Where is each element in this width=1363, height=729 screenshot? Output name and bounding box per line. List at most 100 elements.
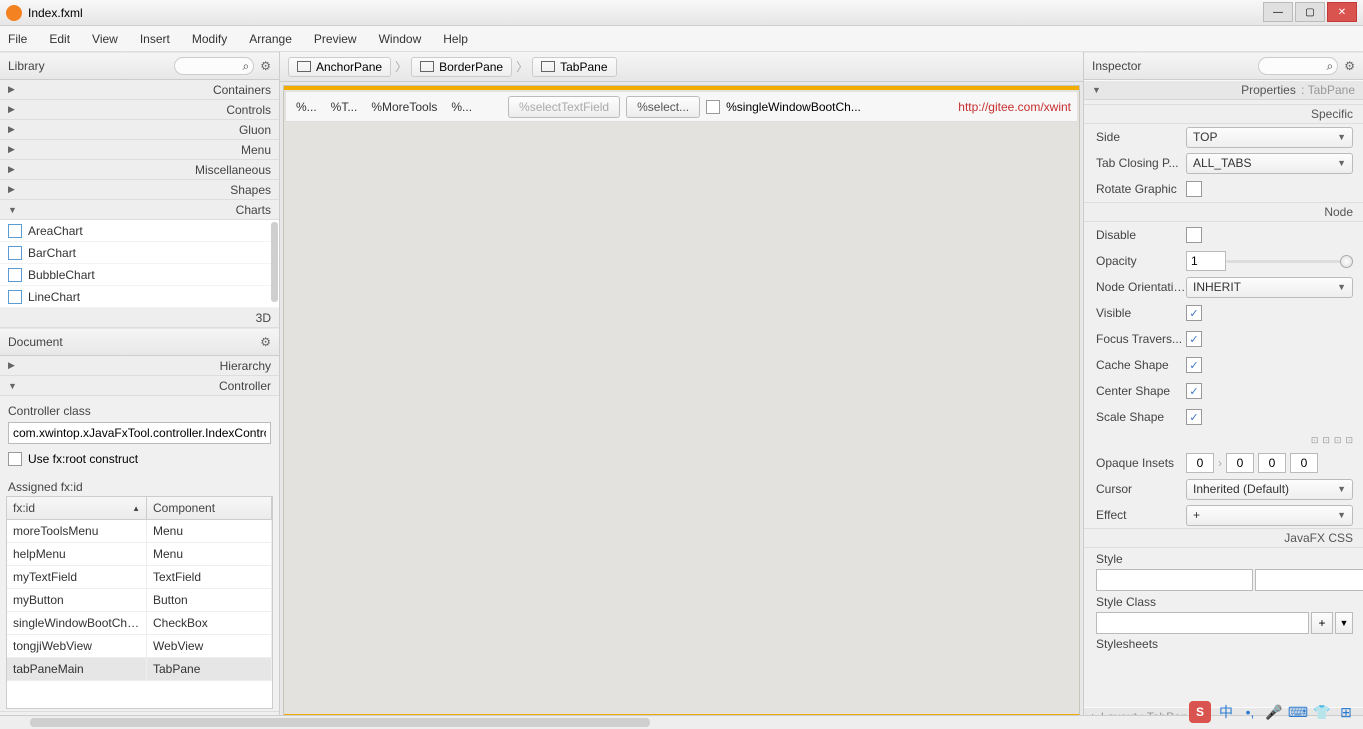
th-fxid[interactable]: fx:id▲ bbox=[7, 497, 147, 519]
dropdown-button[interactable]: ▼ bbox=[1335, 612, 1353, 634]
mic-icon[interactable]: 🎤 bbox=[1265, 703, 1283, 721]
styleclass-input[interactable] bbox=[1096, 612, 1309, 634]
fxid-table: fx:id▲ Component moreToolsMenuMenu helpM… bbox=[6, 496, 273, 709]
category-gluon[interactable]: ▶Gluon bbox=[0, 120, 279, 140]
inspector-title: Inspector bbox=[1092, 59, 1141, 73]
opacity-slider[interactable] bbox=[1226, 253, 1353, 269]
menu-insert[interactable]: Insert bbox=[140, 32, 170, 46]
preview-menu[interactable]: %... bbox=[292, 100, 321, 114]
chevron-right-icon: ▶ bbox=[8, 124, 15, 135]
preview-menu[interactable]: %... bbox=[447, 100, 476, 114]
list-item-bubblechart[interactable]: BubbleChart bbox=[0, 264, 279, 286]
category-charts[interactable]: ▼Charts bbox=[0, 200, 279, 220]
center-panel: AnchorPane 〉 BorderPane 〉 TabPane %... %… bbox=[280, 52, 1083, 727]
select-textfield-button[interactable]: %selectTextField bbox=[508, 96, 620, 118]
breadcrumb-anchorpane[interactable]: AnchorPane bbox=[288, 57, 391, 77]
properties-section[interactable]: ▼ Properties : TabPane bbox=[1084, 80, 1363, 100]
scale-checkbox[interactable]: ✓ bbox=[1186, 409, 1202, 425]
inset-right[interactable] bbox=[1226, 453, 1254, 473]
scrollbar-thumb[interactable] bbox=[271, 222, 278, 302]
table-row[interactable]: moreToolsMenuMenu bbox=[7, 520, 272, 543]
focus-checkbox[interactable]: ✓ bbox=[1186, 331, 1202, 347]
link-url[interactable]: http://gitee.com/xwint bbox=[958, 100, 1071, 114]
add-button[interactable]: + bbox=[1311, 612, 1333, 634]
list-item-areachart[interactable]: AreaChart bbox=[0, 220, 279, 242]
tab-hierarchy[interactable]: ▶Hierarchy bbox=[0, 356, 279, 376]
tray-icon[interactable]: 中 bbox=[1217, 703, 1235, 721]
link-icon[interactable]: ⊡ bbox=[1311, 435, 1319, 446]
list-item-linechart[interactable]: LineChart bbox=[0, 286, 279, 308]
list-item-barchart[interactable]: BarChart bbox=[0, 242, 279, 264]
disable-checkbox[interactable] bbox=[1186, 227, 1202, 243]
controller-class-input[interactable] bbox=[8, 422, 271, 444]
cursor-combo[interactable]: Inherited (Default)▼ bbox=[1186, 479, 1353, 500]
gear-icon[interactable]: ⚙ bbox=[260, 336, 271, 348]
category-menu[interactable]: ▶Menu bbox=[0, 140, 279, 160]
minimize-button[interactable]: — bbox=[1263, 2, 1293, 22]
table-row-selected[interactable]: tabPaneMainTabPane bbox=[7, 658, 272, 681]
menu-file[interactable]: File bbox=[8, 32, 27, 46]
table-row[interactable]: myTextFieldTextField bbox=[7, 566, 272, 589]
prop-label: Rotate Graphic bbox=[1096, 182, 1186, 196]
select-button[interactable]: %select... bbox=[626, 96, 700, 118]
breadcrumb-borderpane[interactable]: BorderPane bbox=[411, 57, 512, 77]
link-icon[interactable]: ⊡ bbox=[1322, 435, 1330, 446]
inset-top[interactable] bbox=[1186, 453, 1214, 473]
side-combo[interactable]: TOP▼ bbox=[1186, 127, 1353, 148]
singlewindow-checkbox[interactable] bbox=[706, 100, 720, 114]
category-miscellaneous[interactable]: ▶Miscellaneous bbox=[0, 160, 279, 180]
category-containers[interactable]: ▶Containers bbox=[0, 80, 279, 100]
inset-left[interactable] bbox=[1290, 453, 1318, 473]
table-row[interactable]: singleWindowBootChec...CheckBox bbox=[7, 612, 272, 635]
breadcrumb-tabpane[interactable]: TabPane bbox=[532, 57, 616, 77]
menu-view[interactable]: View bbox=[92, 32, 118, 46]
menu-help[interactable]: Help bbox=[443, 32, 468, 46]
center-checkbox[interactable]: ✓ bbox=[1186, 383, 1202, 399]
category-shapes[interactable]: ▶Shapes bbox=[0, 180, 279, 200]
table-row[interactable]: tongjiWebViewWebView bbox=[7, 635, 272, 658]
th-component[interactable]: Component bbox=[147, 497, 272, 519]
close-button[interactable]: ✕ bbox=[1327, 2, 1357, 22]
opacity-input[interactable] bbox=[1186, 251, 1226, 271]
inspector-panel: Inspector ⌕ ⚙ ▼ Properties : TabPane Spe… bbox=[1083, 52, 1363, 727]
grid-icon[interactable]: ⊞ bbox=[1337, 703, 1355, 721]
library-search[interactable]: ⌕ bbox=[174, 57, 254, 75]
preview-menu[interactable]: %MoreTools bbox=[367, 100, 441, 114]
ime-icon[interactable]: S bbox=[1189, 701, 1211, 723]
scrollbar-thumb[interactable] bbox=[30, 718, 650, 727]
design-canvas[interactable]: %... %T... %MoreTools %... %selectTextFi… bbox=[283, 85, 1080, 724]
effect-combo[interactable]: +▼ bbox=[1186, 505, 1353, 526]
link-icon[interactable]: ⊡ bbox=[1345, 435, 1353, 446]
tabclosing-combo[interactable]: ALL_TABS▼ bbox=[1186, 153, 1353, 174]
gear-icon[interactable]: ⚙ bbox=[1344, 60, 1355, 72]
cache-checkbox[interactable]: ✓ bbox=[1186, 357, 1202, 373]
table-row[interactable]: myButtonButton bbox=[7, 589, 272, 612]
menu-modify[interactable]: Modify bbox=[192, 32, 227, 46]
maximize-button[interactable]: ▢ bbox=[1295, 2, 1325, 22]
fxroot-checkbox[interactable] bbox=[8, 452, 22, 466]
menu-arrange[interactable]: Arrange bbox=[249, 32, 292, 46]
menu-window[interactable]: Window bbox=[379, 32, 422, 46]
tray-icon[interactable]: •, bbox=[1241, 703, 1259, 721]
shirt-icon[interactable]: 👕 bbox=[1313, 703, 1331, 721]
inset-bottom[interactable] bbox=[1258, 453, 1286, 473]
link-icon[interactable]: ⊡ bbox=[1334, 435, 1342, 446]
preview-menu[interactable]: %T... bbox=[327, 100, 362, 114]
menu-preview[interactable]: Preview bbox=[314, 32, 357, 46]
gear-icon[interactable]: ⚙ bbox=[260, 60, 271, 72]
prop-label: Stylesheets bbox=[1096, 637, 1158, 651]
menu-edit[interactable]: Edit bbox=[49, 32, 70, 46]
category-3d[interactable]: 3D bbox=[0, 308, 279, 328]
style-key-input[interactable] bbox=[1096, 569, 1253, 591]
search-icon: ⌕ bbox=[243, 60, 250, 72]
visible-checkbox[interactable]: ✓ bbox=[1186, 305, 1202, 321]
keyboard-icon[interactable]: ⌨ bbox=[1289, 703, 1307, 721]
style-val-input[interactable] bbox=[1255, 569, 1363, 591]
table-row[interactable]: helpMenuMenu bbox=[7, 543, 272, 566]
tab-controller[interactable]: ▼Controller bbox=[0, 376, 279, 396]
system-tray: S 中 •, 🎤 ⌨ 👕 ⊞ bbox=[1189, 701, 1355, 723]
orientation-combo[interactable]: INHERIT▼ bbox=[1186, 277, 1353, 298]
category-controls[interactable]: ▶Controls bbox=[0, 100, 279, 120]
inspector-search[interactable]: ⌕ bbox=[1258, 57, 1338, 75]
rotate-checkbox[interactable] bbox=[1186, 181, 1202, 197]
